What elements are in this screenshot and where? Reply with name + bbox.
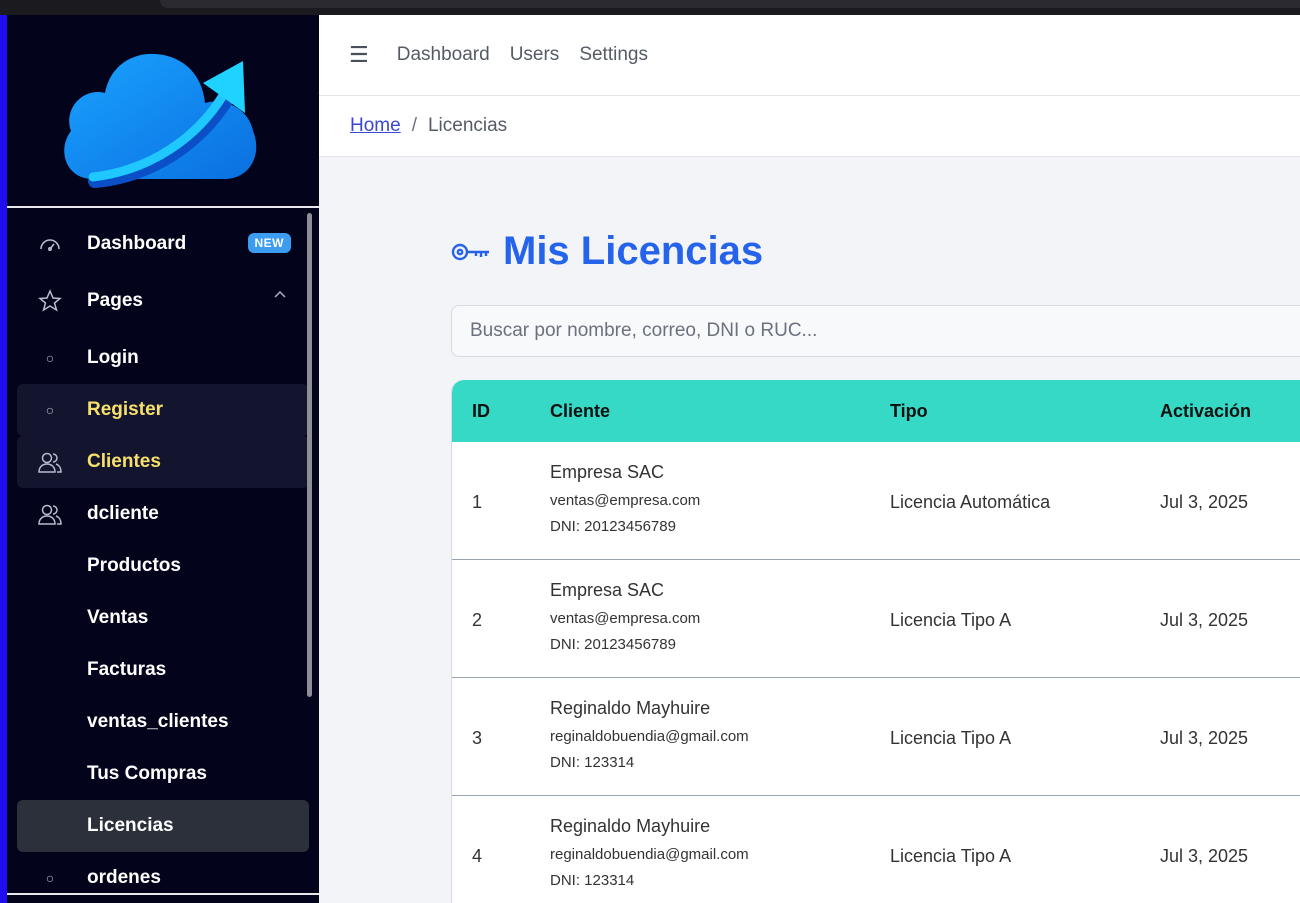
sidebar-item-ordenes[interactable]: ○ ordenes (17, 852, 309, 903)
sidebar-item-label: Login (87, 347, 139, 368)
gauge-icon (37, 231, 63, 257)
left-accent-bar (0, 15, 7, 903)
new-badge: NEW (247, 233, 291, 253)
chevron-up-icon (273, 286, 287, 302)
page-title-text: Mis Licencias (503, 229, 764, 273)
sidebar-item-login[interactable]: ○ Login (17, 332, 309, 384)
client-dni: DNI: 20123456789 (550, 636, 676, 653)
cloud-growth-logo-icon (64, 53, 257, 188)
star-icon (37, 288, 63, 314)
topnav-users-link[interactable]: Users (510, 44, 560, 66)
table-row[interactable]: 1 Empresa SAC ventas@empresa.com DNI: 20… (452, 442, 1300, 560)
main-content: ☰ Dashboard Users Settings Home / Licenc… (319, 15, 1300, 903)
client-name: Reginaldo Mayhuire (550, 698, 711, 718)
sidebar-item-label: Licencias (87, 815, 174, 836)
sidebar-nav: Dashboard NEW Pages ○ Login ○ Register C… (7, 208, 319, 903)
circle-dot-icon: ○ (45, 870, 55, 886)
sidebar-item-label: Pages (87, 290, 143, 311)
client-name: Reginaldo Mayhuire (550, 816, 711, 836)
column-header-cliente[interactable]: Cliente (550, 401, 610, 422)
sidebar-item-productos[interactable]: Productos (17, 540, 309, 592)
cell-id: 2 (472, 610, 483, 630)
users-icon (37, 449, 63, 475)
sidebar-item-label: Tus Compras (87, 763, 208, 784)
client-email: ventas@empresa.com (550, 492, 701, 509)
table-header: ID Cliente Tipo Activación (452, 380, 1300, 442)
licenses-table: ID Cliente Tipo Activación 1 Empresa SAC… (451, 380, 1300, 903)
cell-tipo: Licencia Tipo A (890, 610, 1012, 630)
sidebar: Dashboard NEW Pages ○ Login ○ Register C… (7, 15, 319, 903)
key-icon (451, 240, 491, 264)
sidebar-item-pages[interactable]: Pages (17, 270, 309, 332)
table-row[interactable]: 4 Reginaldo Mayhuire reginaldobuendia@gm… (452, 796, 1300, 903)
breadcrumb-home-link[interactable]: Home (350, 115, 401, 137)
column-header-id[interactable]: ID (472, 401, 490, 422)
sidebar-item-label: Ventas (87, 607, 149, 628)
client-dni: DNI: 123314 (550, 872, 635, 889)
sidebar-item-tus-compras[interactable]: Tus Compras (17, 748, 309, 800)
cell-cliente: Empresa SAC ventas@empresa.com DNI: 2012… (550, 462, 700, 535)
sidebar-item-facturas[interactable]: Facturas (17, 644, 309, 696)
cell-cliente: Reginaldo Mayhuire reginaldobuendia@gmai… (550, 698, 749, 771)
breadcrumb-separator: / (411, 115, 417, 136)
sidebar-item-dashboard[interactable]: Dashboard NEW (17, 218, 309, 270)
table-row[interactable]: 2 Empresa SAC ventas@empresa.com DNI: 20… (452, 560, 1300, 678)
sidebar-item-register[interactable]: ○ Register (17, 384, 309, 436)
client-dni: DNI: 123314 (550, 754, 635, 771)
sidebar-item-clientes[interactable]: Clientes (17, 436, 309, 488)
page-title: Mis Licencias (451, 229, 763, 274)
window-top-strip (0, 0, 1300, 15)
topnav-dashboard-link[interactable]: Dashboard (397, 44, 490, 66)
cell-cliente: Reginaldo Mayhuire reginaldobuendia@gmai… (550, 816, 749, 889)
sidebar-scrollbar[interactable] (307, 213, 312, 697)
topnav-settings-link[interactable]: Settings (579, 44, 648, 66)
top-navbar: ☰ Dashboard Users Settings (319, 15, 1300, 96)
sidebar-item-licencias[interactable]: Licencias (17, 800, 309, 852)
sidebar-item-label: ordenes (87, 867, 161, 888)
client-email: ventas@empresa.com (550, 610, 701, 627)
client-name: Empresa SAC (550, 462, 665, 482)
sidebar-divider (7, 893, 319, 895)
client-name: Empresa SAC (550, 580, 665, 600)
cell-id: 1 (472, 492, 483, 512)
sidebar-item-dcliente[interactable]: dcliente (17, 488, 309, 540)
brand-logo[interactable] (7, 15, 319, 208)
hamburger-menu-icon[interactable]: ☰ (349, 42, 369, 68)
circle-dot-icon: ○ (45, 402, 55, 418)
cell-id: 3 (472, 728, 483, 748)
sidebar-item-ventas-clientes[interactable]: ventas_clientes (17, 696, 309, 748)
table-row[interactable]: 3 Reginaldo Mayhuire reginaldobuendia@gm… (452, 678, 1300, 796)
client-dni: DNI: 20123456789 (550, 518, 676, 535)
circle-dot-icon: ○ (45, 350, 55, 366)
cell-cliente: Empresa SAC ventas@empresa.com DNI: 2012… (550, 580, 700, 653)
sidebar-item-label: Dashboard (87, 233, 187, 254)
column-header-tipo[interactable]: Tipo (890, 401, 928, 422)
cell-id: 4 (472, 846, 483, 866)
cell-activacion: Jul 3, 2025 (1160, 610, 1249, 630)
sidebar-item-label: ventas_clientes (87, 711, 229, 732)
cell-activacion: Jul 3, 2025 (1160, 492, 1249, 512)
sidebar-item-label: Register (87, 399, 164, 420)
users-icon (37, 501, 63, 527)
sidebar-item-label: Facturas (87, 659, 167, 680)
search-input[interactable] (451, 305, 1300, 357)
cell-activacion: Jul 3, 2025 (1160, 846, 1249, 866)
client-email: reginaldobuendia@gmail.com (550, 728, 749, 745)
cell-tipo: Licencia Tipo A (890, 728, 1012, 748)
breadcrumb: Home / Licencias (319, 96, 1300, 157)
sidebar-item-label: Productos (87, 555, 181, 576)
sidebar-item-label: dcliente (87, 503, 159, 524)
cell-tipo: Licencia Tipo A (890, 846, 1012, 866)
breadcrumb-current: Licencias (427, 115, 508, 136)
column-header-activacion[interactable]: Activación (1160, 401, 1251, 422)
sidebar-item-label: Clientes (87, 451, 161, 472)
sidebar-item-ventas[interactable]: Ventas (17, 592, 309, 644)
cell-tipo: Licencia Automática (890, 492, 1051, 512)
client-email: reginaldobuendia@gmail.com (550, 846, 749, 863)
cell-activacion: Jul 3, 2025 (1160, 728, 1249, 748)
